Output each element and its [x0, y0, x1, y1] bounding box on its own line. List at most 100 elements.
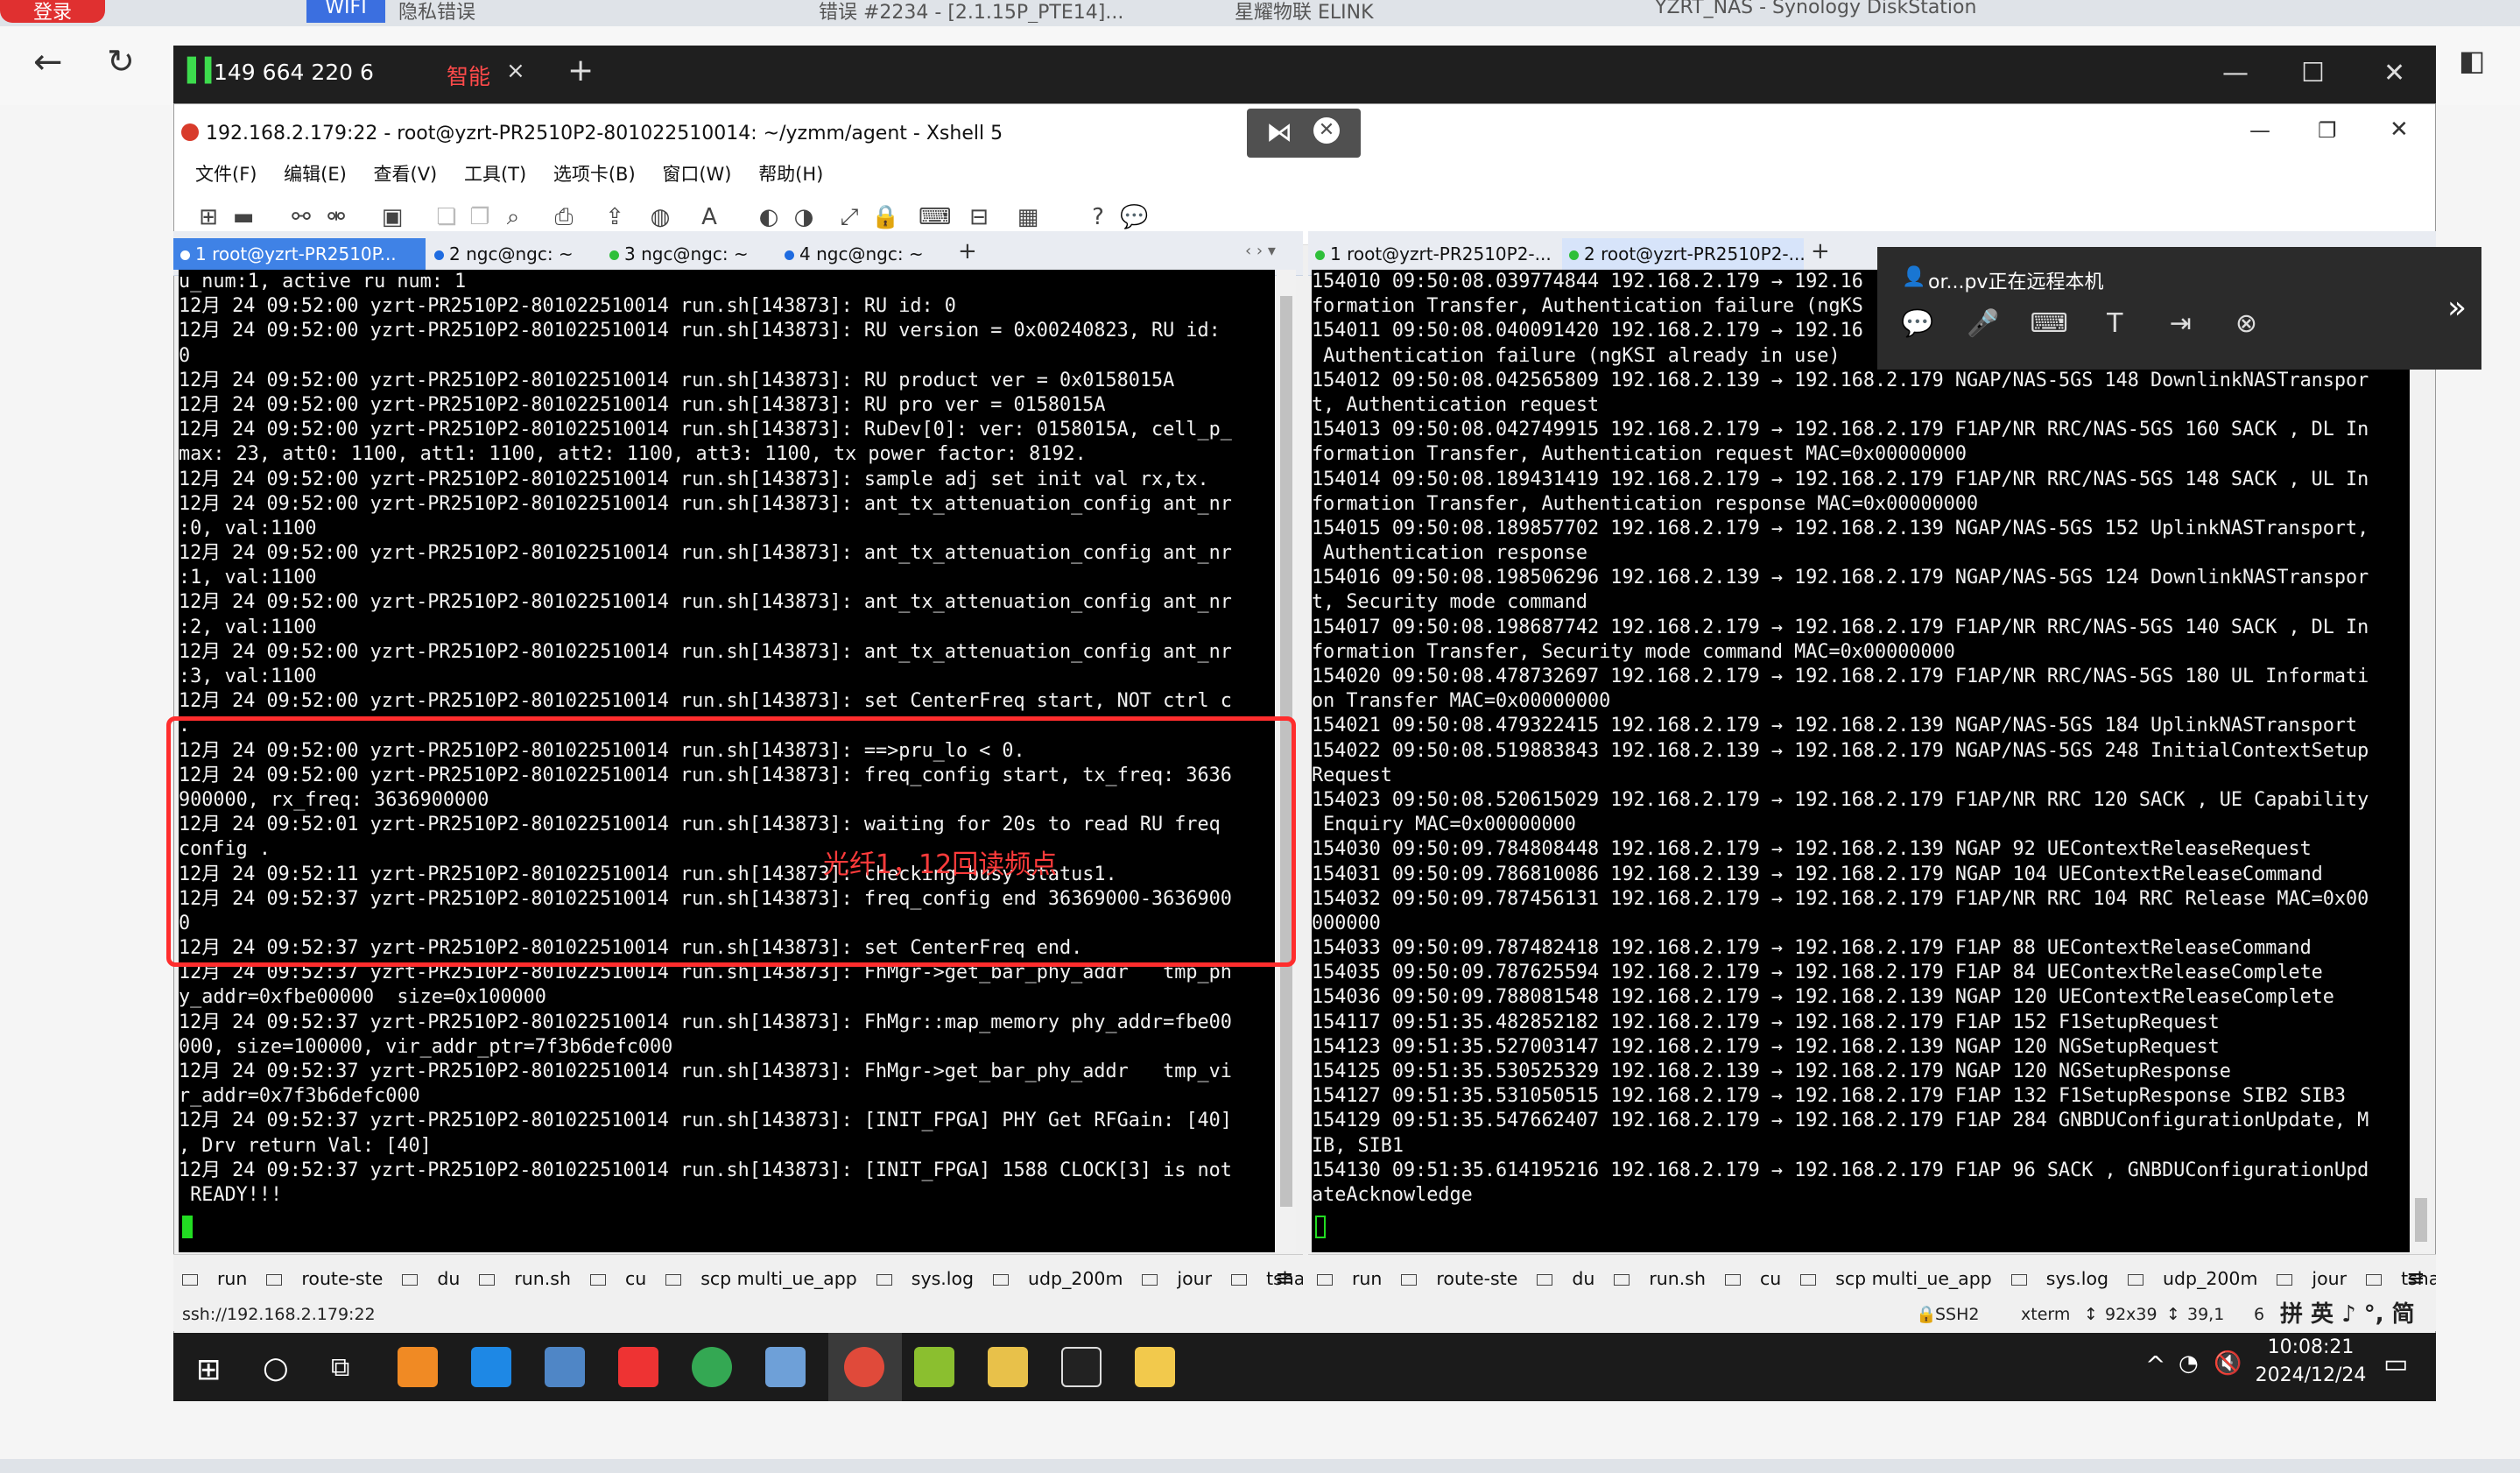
right-quickbar-menu-icon[interactable]: ≡ — [2406, 1255, 2425, 1302]
edge-icon[interactable] — [471, 1347, 511, 1387]
collapse-icon[interactable]: ⧑ — [1266, 117, 1292, 148]
disconnect-icon[interactable]: ⚮ — [323, 204, 349, 230]
compose-icon[interactable]: ⊟ — [966, 204, 992, 230]
minimize-icon[interactable]: — — [2222, 58, 2249, 88]
right-quick-command[interactable]: udp_200m — [2128, 1268, 2257, 1289]
notes-app-icon[interactable] — [988, 1347, 1028, 1387]
left-add-tab-icon[interactable]: + — [958, 238, 977, 264]
right-terminal[interactable]: 154010 09:50:08.039774844 192.168.2.179 … — [1312, 270, 2410, 1252]
ime-indicator[interactable]: 拼 英 ♪ °, 简 — [2280, 1298, 2415, 1331]
menu-help[interactable]: 帮助(H) — [758, 164, 823, 185]
browser-tab-wifi[interactable]: WIFI — [306, 0, 385, 23]
transfer-icon[interactable]: ⇪ — [602, 204, 628, 230]
left-tab-1[interactable]: 1 root@yzrt-PR2510P... — [173, 238, 426, 270]
left-tab-2[interactable]: 2 ngc@ngc: ~ — [427, 238, 601, 270]
xshell-minimize-icon[interactable]: — — [2249, 118, 2270, 143]
left-quick-command[interactable]: cu — [589, 1268, 646, 1289]
menu-window[interactable]: 窗口(W) — [662, 164, 731, 185]
browser-tab-nas[interactable]: YZRT_NAS - Synology DiskStation — [1655, 0, 2058, 23]
popup-expand-icon[interactable]: » — [2432, 247, 2481, 370]
left-quick-command[interactable]: scp multi_ue_app — [665, 1268, 857, 1289]
xshell-taskbar-icon[interactable] — [844, 1347, 884, 1387]
left-quickbar-menu-icon[interactable]: ≡ — [1275, 1255, 1294, 1302]
tray-chevron-icon[interactable]: ^ — [2145, 1350, 2165, 1379]
help-icon[interactable]: ? — [1085, 204, 1111, 230]
left-quick-command[interactable]: du — [402, 1268, 460, 1289]
sidebar-toggle-icon[interactable]: ◧ — [2459, 44, 2485, 77]
popup-text-icon[interactable]: T — [2095, 308, 2134, 339]
cortana-icon[interactable]: ○ — [263, 1350, 289, 1385]
float-close-icon[interactable]: ✕ — [1313, 117, 1340, 144]
terminal-app-icon[interactable] — [1061, 1347, 1102, 1387]
right-quick-command[interactable]: run — [1317, 1268, 1382, 1289]
popup-chat-icon[interactable]: 💬 — [1898, 308, 1937, 339]
reload-icon[interactable]: ↻ — [107, 42, 135, 81]
task-view-icon[interactable]: ⧉ — [331, 1352, 349, 1383]
browser-tab-login[interactable]: 登录 — [0, 0, 105, 23]
menu-view[interactable]: 查看(V) — [374, 164, 438, 185]
close-icon[interactable]: ✕ — [2383, 58, 2405, 88]
right-scrollbar[interactable] — [2411, 270, 2431, 1252]
open-folder-icon[interactable]: ▬ — [230, 204, 257, 230]
menu-file[interactable]: 文件(F) — [195, 164, 257, 185]
notification-icon[interactable]: ▭ — [2383, 1349, 2408, 1379]
right-quick-command[interactable]: sys.log — [2010, 1268, 2108, 1289]
right-quick-command[interactable]: route-ste — [1401, 1268, 1517, 1289]
popup-file-icon[interactable]: ⇥ — [2161, 308, 2200, 339]
box-app-icon[interactable] — [765, 1347, 806, 1387]
add-session-icon[interactable]: + — [567, 53, 594, 88]
wps-icon[interactable] — [618, 1347, 658, 1387]
xshell-close-icon[interactable]: ✕ — [2390, 116, 2409, 143]
new-session-icon[interactable]: ⊞ — [195, 204, 222, 230]
clock-time[interactable]: 10:08:21 — [2263, 1336, 2359, 1358]
browser-tab-bug[interactable]: 错误 #2234 - [2.1.15P_PTE14]... — [819, 0, 1204, 23]
network-tray-icon[interactable]: ◔ — [2179, 1350, 2199, 1377]
popup-close-icon[interactable]: ⊗ — [2227, 308, 2265, 339]
menu-tools[interactable]: 工具(T) — [464, 164, 526, 185]
left-tab-nav-icon[interactable]: ‹ › ▾ — [1245, 242, 1276, 260]
back-icon[interactable]: ← — [33, 42, 63, 82]
chrome-icon[interactable] — [692, 1347, 732, 1387]
layout-icon[interactable]: ▦ — [1015, 204, 1041, 230]
find-icon[interactable]: ⌕ — [500, 204, 526, 230]
left-tab-3[interactable]: 3 ngc@ngc: ~ — [602, 238, 776, 270]
fullscreen-icon[interactable]: ⤢ — [836, 204, 862, 230]
left-quick-command[interactable]: udp_200m — [993, 1268, 1123, 1289]
properties-icon[interactable]: ▣ — [379, 204, 405, 230]
right-quick-command[interactable]: jour — [2277, 1268, 2347, 1289]
xshell-restore-icon[interactable]: ❐ — [2318, 118, 2337, 143]
windows-start-icon[interactable]: ⊞ — [196, 1352, 222, 1387]
right-quick-command[interactable]: du — [1537, 1268, 1594, 1289]
right-tab-2[interactable]: 2 root@yzrt-PR2510P2-... — [1562, 238, 1804, 270]
volume-tray-icon[interactable]: 🔇 — [2214, 1350, 2242, 1377]
paste-icon[interactable]: ❐ — [467, 204, 493, 230]
copy-icon[interactable]: ❏ — [433, 204, 460, 230]
keyboard-icon[interactable]: ⌨ — [919, 204, 952, 230]
popup-mic-icon[interactable]: 🎤 — [1964, 308, 2003, 339]
clock-date[interactable]: 2024/12/24 — [2254, 1364, 2368, 1386]
left-quick-command[interactable]: jour — [1142, 1268, 1212, 1289]
left-quick-command[interactable]: sys.log — [876, 1268, 974, 1289]
popup-keyboard-icon[interactable]: ⌨ — [2030, 308, 2068, 339]
right-quick-command[interactable]: cu — [1724, 1268, 1781, 1289]
left-quick-command[interactable]: run.sh — [479, 1268, 571, 1289]
search-app-icon[interactable] — [398, 1347, 438, 1387]
chat-icon[interactable]: 💬 — [1120, 204, 1148, 230]
right-add-tab-icon[interactable]: + — [1811, 238, 1830, 264]
xftp-icon[interactable]: ◐ — [756, 204, 782, 230]
print-icon[interactable]: ⎙ — [551, 204, 577, 230]
file-explorer-icon[interactable] — [1135, 1347, 1175, 1387]
right-tab-1[interactable]: 1 root@yzrt-PR2510P2-... — [1308, 238, 1564, 270]
lock-icon[interactable]: 🔒 — [871, 204, 899, 230]
close-session-icon[interactable]: × — [506, 58, 525, 84]
menu-tabs[interactable]: 选项卡(B) — [553, 164, 636, 185]
maximize-icon[interactable]: ☐ — [2301, 58, 2325, 88]
network-app-icon[interactable] — [545, 1347, 585, 1387]
left-tab-4[interactable]: 4 ngc@ngc: ~ — [778, 238, 951, 270]
left-quick-command[interactable]: route-ste — [266, 1268, 383, 1289]
connect-icon[interactable]: ⚯ — [288, 204, 314, 230]
menu-edit[interactable]: 编辑(E) — [284, 164, 347, 185]
right-scroll-thumb[interactable] — [2415, 1198, 2427, 1242]
script-icon[interactable]: ◑ — [791, 204, 817, 230]
font-icon[interactable]: A — [696, 204, 722, 230]
